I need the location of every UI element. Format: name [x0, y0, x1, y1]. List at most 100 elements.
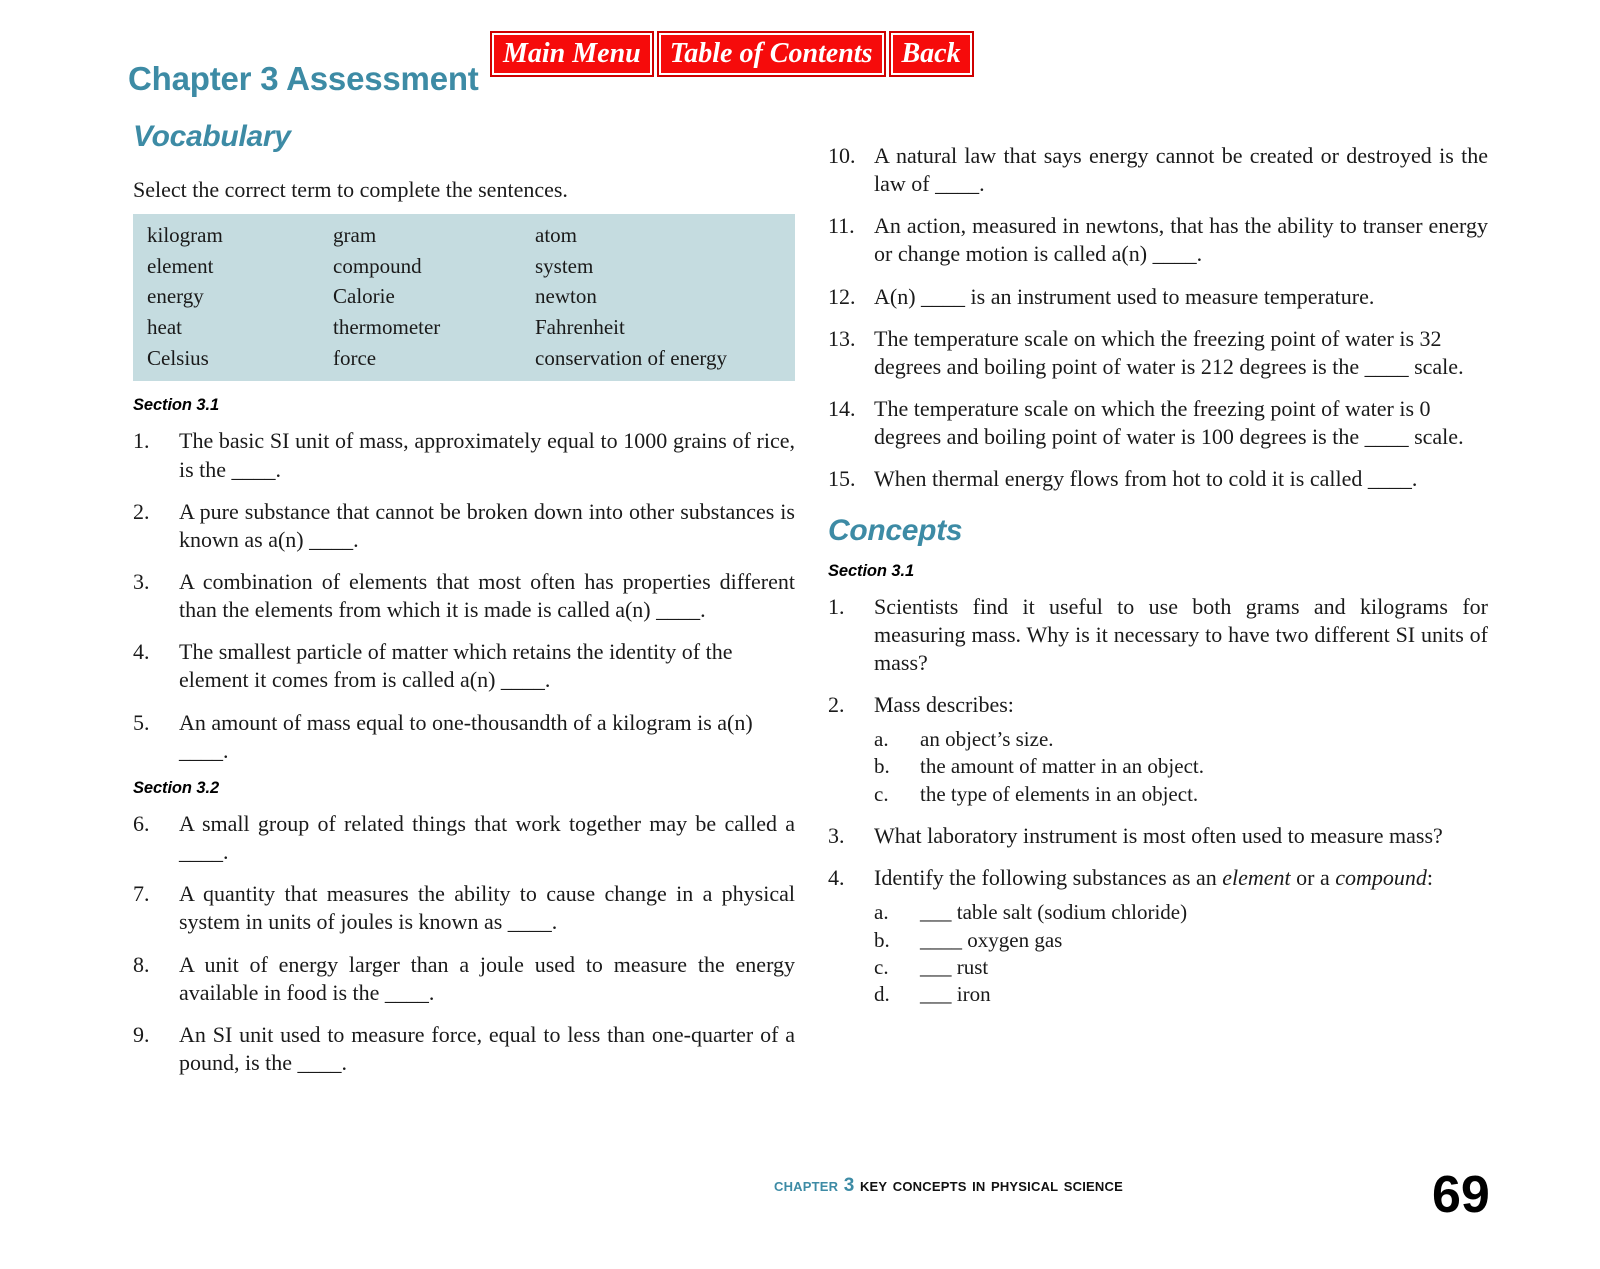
- word-bank-term: gram: [333, 223, 377, 247]
- left-column: Vocabulary Select the correct term to co…: [133, 120, 795, 1091]
- question-text: A unit of energy larger than a joule use…: [179, 951, 795, 1005]
- question-number: 5.: [133, 709, 150, 735]
- question-number: 14.: [828, 396, 856, 422]
- navigation-bar: Main Menu Table of Contents Back: [490, 31, 974, 77]
- sub-item-text: ___ rust: [920, 954, 989, 979]
- question-item: 4. Identify the following substances as …: [828, 864, 1488, 892]
- vocabulary-instruction: Select the correct term to complete the …: [133, 177, 568, 202]
- question-item: 10. A natural law that says energy canno…: [828, 142, 1488, 198]
- sub-item-text: the amount of matter in an object.: [920, 754, 1204, 779]
- sub-item-letter: c.: [874, 781, 889, 806]
- footer-chapter-label: Chapter 3: [774, 1175, 855, 1196]
- sub-item-letter: a.: [874, 727, 889, 752]
- word-bank-term: kilogram: [147, 223, 223, 247]
- sub-item-text: an object’s size.: [920, 727, 1054, 752]
- vocabulary-questions-3-1: 1. The basic SI unit of mass, approximat…: [133, 427, 795, 765]
- table-of-contents-button[interactable]: Table of Contents: [656, 31, 886, 77]
- question-text: A quantity that measures the ability to …: [179, 881, 795, 935]
- question-number: 9.: [133, 1021, 150, 1047]
- question-number: 15.: [828, 466, 856, 492]
- concepts-subitems: a. an object’s size. b. the amount of ma…: [874, 726, 1488, 808]
- question-item: 2. Mass describes:: [828, 691, 1488, 719]
- word-bank-term: compound: [333, 253, 422, 278]
- question-item: 9. An SI unit used to measure force, equ…: [133, 1021, 795, 1077]
- word-bank-term: Celsius: [147, 345, 209, 370]
- sub-item-text: the type of elements in an object.: [920, 781, 1199, 806]
- page-header: Chapter 3 Assessment Main Menu Table of …: [0, 0, 1600, 120]
- sub-item-letter: d.: [874, 982, 890, 1007]
- sub-item-letter: c.: [874, 954, 889, 979]
- question-text: The smallest particle of matter which re…: [179, 639, 733, 693]
- question-item: 5. An amount of mass equal to one-thousa…: [133, 709, 795, 765]
- question-item: 7. A quantity that measures the ability …: [133, 880, 795, 936]
- sub-item-letter: b.: [874, 927, 890, 952]
- question-number: 11.: [828, 213, 855, 239]
- vocabulary-questions-3-2: 6. A small group of related things that …: [133, 810, 795, 1077]
- question-text: The temperature scale on which the freez…: [874, 325, 1464, 379]
- right-column: 10. A natural law that says energy canno…: [828, 120, 1488, 1009]
- question-number: 13.: [828, 325, 856, 351]
- question-item: 11. An action, measured in newtons, that…: [828, 212, 1488, 268]
- word-bank-term: energy: [147, 284, 204, 309]
- question-number: 2.: [828, 692, 845, 718]
- question-item: 1. Scientists find it useful to use both…: [828, 593, 1488, 677]
- sub-item-text: ____ oxygen gas: [920, 927, 1063, 952]
- question-text: An SI unit used to measure force, equal …: [179, 1021, 795, 1076]
- question-item: 6. A small group of related things that …: [133, 810, 795, 866]
- question-item: 12. A(n) ____ is an instrument used to m…: [828, 283, 1488, 311]
- question-number: 10.: [828, 143, 856, 168]
- vocabulary-heading: Vocabulary: [133, 120, 291, 153]
- question-text: A small group of related things that wor…: [179, 810, 795, 865]
- sub-item: c. the type of elements in an object.: [874, 781, 1488, 808]
- sub-item: b. ____ oxygen gas: [874, 927, 1488, 954]
- question-item: 13. The temperature scale on which the f…: [828, 325, 1488, 381]
- sub-item-letter: a.: [874, 900, 889, 925]
- question-text: An amount of mass equal to one-thousandt…: [179, 709, 753, 763]
- question-text: Identify the following substances as an …: [874, 865, 1434, 891]
- question-text: A combination of elements that most ofte…: [179, 568, 795, 623]
- page-number: 69: [1432, 1166, 1490, 1224]
- question-item: 4. The smallest particle of matter which…: [133, 638, 795, 694]
- sub-item-text: ___ iron: [920, 982, 991, 1007]
- word-bank-term: element: [147, 253, 214, 278]
- question-text: Mass describes:: [874, 692, 1014, 718]
- question-item: 14. The temperature scale on which the f…: [828, 395, 1488, 451]
- word-bank-term: Calorie: [333, 284, 395, 309]
- page-title: Chapter 3 Assessment: [128, 60, 479, 97]
- footer-book-title: Key Concepts in Physical Science: [859, 1175, 1123, 1196]
- sub-item: d. ___ iron: [874, 981, 1488, 1008]
- sub-item-letter: b.: [874, 754, 890, 779]
- question-text: The basic SI unit of mass, approximately…: [179, 428, 795, 482]
- question-number: 2.: [133, 498, 150, 524]
- word-bank-term: newton: [535, 284, 597, 309]
- question-number: 3.: [828, 823, 845, 849]
- question-number: 1.: [828, 593, 845, 619]
- sub-item: a. an object’s size.: [874, 726, 1488, 753]
- sub-item: b. the amount of matter in an object.: [874, 753, 1488, 780]
- question-item: 3. What laboratory instrument is most of…: [828, 822, 1488, 850]
- question-text: An action, measured in newtons, that has…: [874, 213, 1488, 267]
- back-button[interactable]: Back: [888, 31, 974, 77]
- question-item: 3. A combination of elements that most o…: [133, 568, 795, 624]
- question-text: What laboratory instrument is most often…: [874, 823, 1443, 849]
- footer-running-title: Chapter 3 Key Concepts in Physical Scien…: [774, 1175, 1123, 1197]
- main-menu-button[interactable]: Main Menu: [490, 31, 654, 77]
- concepts-section-label: Section 3.1: [828, 561, 915, 580]
- question-number: 4.: [828, 865, 845, 891]
- vocabulary-word-bank: kilogram gram atom element compound syst…: [133, 214, 795, 382]
- question-item: 8. A unit of energy larger than a joule …: [133, 951, 795, 1007]
- question-item: 1. The basic SI unit of mass, approximat…: [133, 427, 795, 483]
- page-footer: Chapter 3 Key Concepts in Physical Scien…: [0, 1165, 1600, 1225]
- question-text: The temperature scale on which the freez…: [874, 396, 1464, 450]
- word-bank-term: atom: [535, 223, 577, 247]
- word-bank-term: Fahrenheit: [535, 315, 625, 340]
- vocabulary-questions-continued: 10. A natural law that says energy canno…: [828, 142, 1488, 494]
- concepts-heading: Concepts: [828, 513, 963, 547]
- word-bank-term: conservation of energy: [535, 345, 728, 370]
- word-bank-term: force: [333, 345, 377, 370]
- question-number: 4.: [133, 639, 150, 665]
- word-bank-term: thermometer: [333, 315, 441, 340]
- question-number: 12.: [828, 283, 856, 309]
- question-number: 8.: [133, 951, 150, 977]
- question-text: A natural law that says energy cannot be…: [874, 143, 1488, 197]
